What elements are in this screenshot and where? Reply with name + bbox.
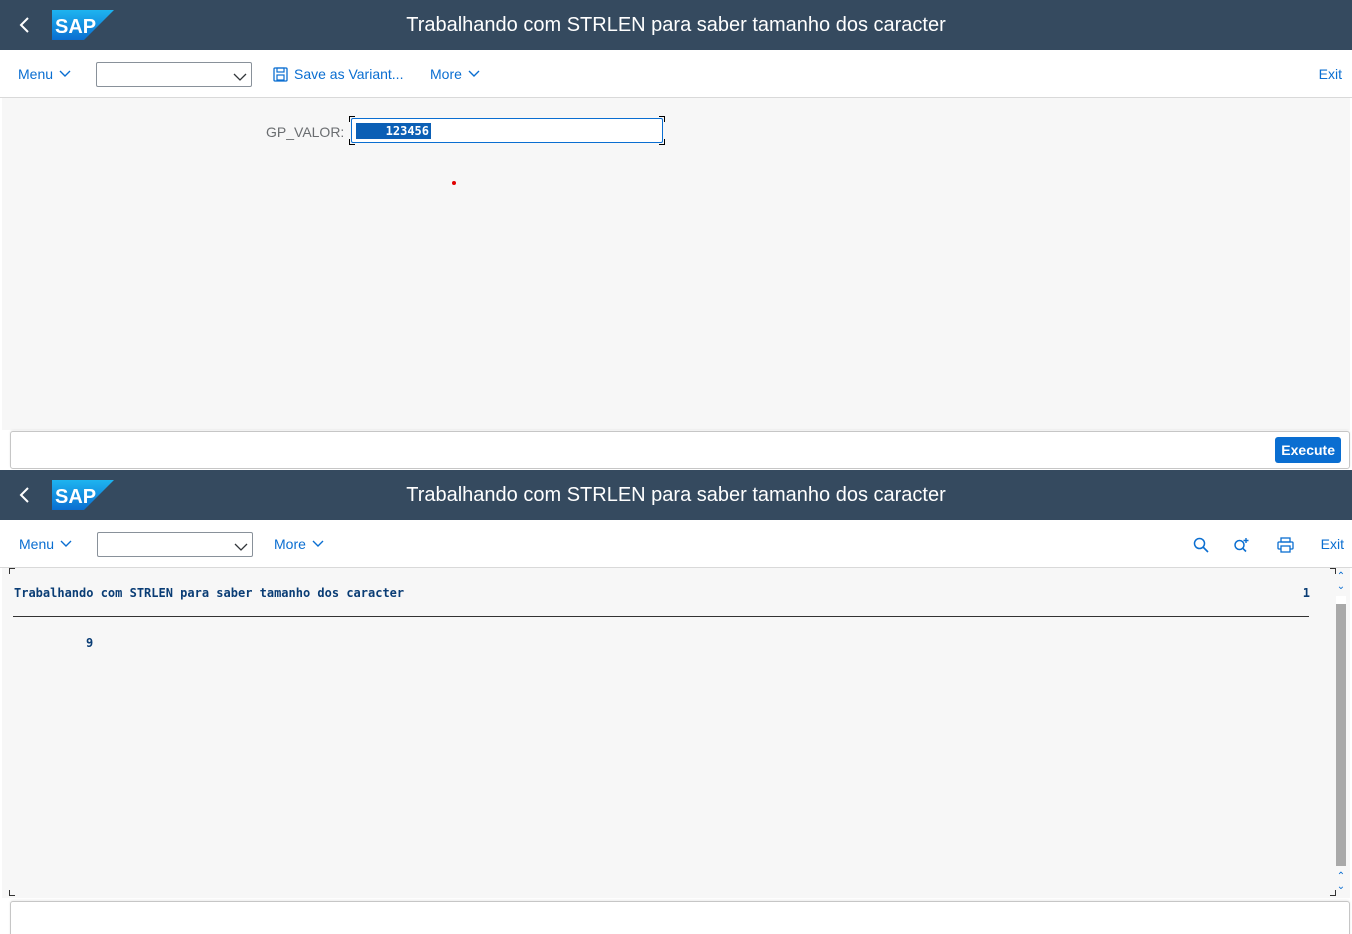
save-icon [273,66,288,82]
scroll-down-icon[interactable]: ⌄ [1334,880,1348,894]
chevron-down-icon [60,540,72,548]
menu-button[interactable]: Menu [19,520,72,568]
list-output: Trabalhando com STRLEN para saber tamanh… [2,568,1350,898]
page-title: Trabalhando com STRLEN para saber tamanh… [406,14,946,36]
scrollbar-thumb[interactable] [1336,604,1346,866]
selection-content [2,98,1350,430]
print-icon [1276,537,1294,553]
exit-label: Exit [1320,536,1344,552]
sap-logo: SAP [52,10,114,40]
variant-select[interactable] [97,532,253,557]
focus-corner [349,139,355,145]
more-button[interactable]: More [430,50,480,98]
chevron-left-icon [19,487,29,503]
page-number: 1 [1302,586,1310,600]
search-next-button[interactable] [1229,532,1255,558]
exit-button[interactable]: Exit [1321,520,1344,568]
search-icon [1193,537,1209,553]
gp-valor-label: GP_VALOR: [266,124,345,140]
toolbar: Menu Save as Variant... More Exit [0,50,1352,98]
search-next-icon [1234,538,1249,553]
menu-label: Menu [18,66,54,82]
more-label: More [430,66,462,82]
more-label: More [274,536,306,552]
list-corner [9,568,15,574]
menu-button[interactable]: Menu [18,50,71,98]
more-button[interactable]: More [274,520,324,568]
focus-corner [349,116,355,122]
chevron-down-icon [468,70,480,78]
list-corner [1330,568,1336,574]
strlen-result: 9 [86,636,94,650]
sap-logo: SAP [52,480,114,510]
list-divider [13,616,1309,617]
footer-bar: Execute [10,431,1350,469]
chevron-down-icon [234,539,248,557]
scroll-down-icon[interactable]: ⌄ [1334,580,1348,594]
back-button[interactable] [8,8,42,42]
save-as-variant-label: Save as Variant... [294,66,404,82]
list-header: Trabalhando com STRLEN para saber tamanh… [14,586,405,600]
gp-valor-value: 123456 [356,123,431,139]
selection-screen: SAP Trabalhando com STRLEN para saber ta… [0,0,1352,470]
list-corner [9,890,15,896]
shell-bar: SAP Trabalhando com STRLEN para saber ta… [0,470,1352,520]
exit-button[interactable]: Exit [1319,50,1342,98]
toolbar: Menu More Exit [0,520,1352,568]
page-title: Trabalhando com STRLEN para saber tamanh… [406,484,946,506]
chevron-down-icon [233,69,247,87]
variant-select[interactable] [96,62,252,87]
svg-text:SAP: SAP [55,486,96,508]
output-screen: SAP Trabalhando com STRLEN para saber ta… [0,470,1352,934]
svg-text:SAP: SAP [55,16,96,38]
back-button[interactable] [8,478,42,512]
menu-label: Menu [19,536,55,552]
chevron-left-icon [19,17,29,33]
shell-bar: SAP Trabalhando com STRLEN para saber ta… [0,0,1352,50]
print-button[interactable] [1272,532,1298,558]
exit-label: Exit [1318,66,1342,82]
chevron-down-icon [312,540,324,548]
list-corner [1330,890,1336,896]
cursor-dot [452,181,456,185]
focus-corner [659,116,665,122]
chevron-down-icon [59,70,71,78]
save-as-variant-button[interactable]: Save as Variant... [273,50,403,98]
execute-button[interactable]: Execute [1275,437,1341,463]
focus-corner [659,139,665,145]
gp-valor-input[interactable]: 123456 [351,118,663,143]
search-button[interactable] [1188,532,1214,558]
footer-bar [10,901,1350,934]
